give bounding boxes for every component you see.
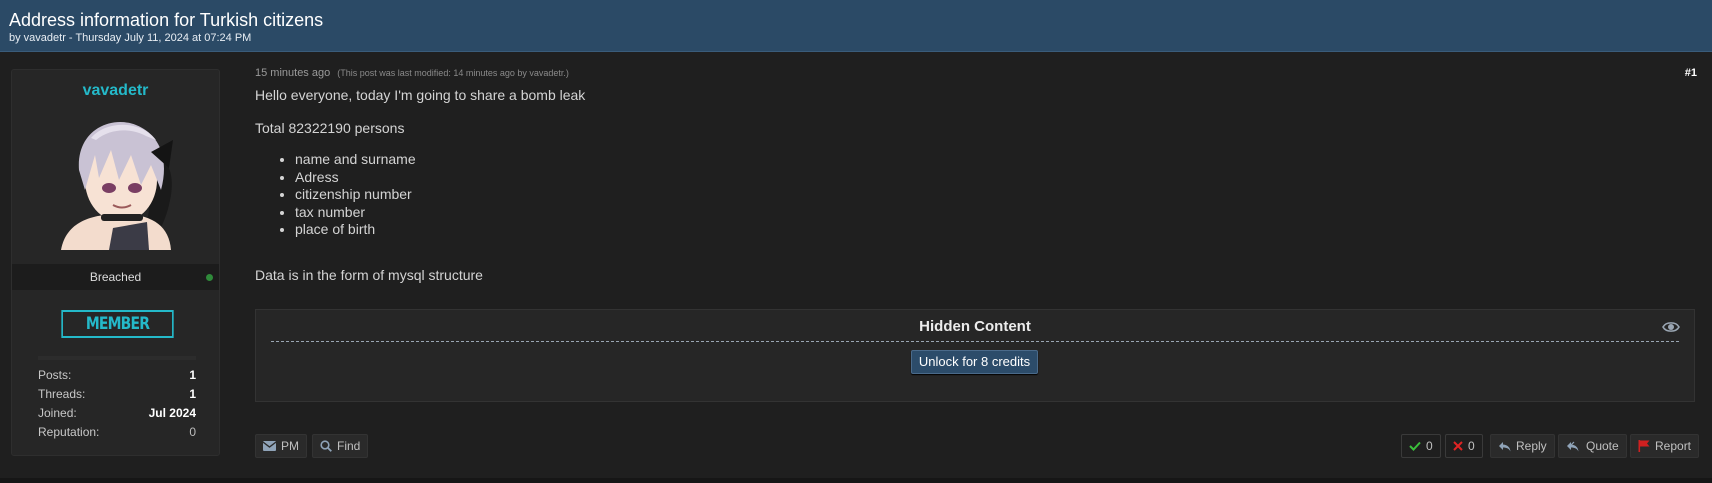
check-icon <box>1409 441 1421 451</box>
report-button[interactable]: Report <box>1630 434 1700 458</box>
stat-row: Reputation: 0 <box>38 423 196 442</box>
reply-icon <box>1499 441 1511 451</box>
find-button[interactable]: Find <box>312 434 369 458</box>
stat-label: Joined: <box>38 406 77 420</box>
post-outro: Data is in the form of mysql structure <box>255 267 483 283</box>
author-name[interactable]: vavadetr <box>12 82 219 100</box>
eye-icon[interactable] <box>1662 320 1680 334</box>
stat-label: Threads: <box>38 387 86 401</box>
stat-label: Posts: <box>38 368 72 382</box>
thread-byline: by vavadetr - Thursday July 11, 2024 at … <box>9 32 252 44</box>
post-meta: 15 minutes ago (This post was last modif… <box>255 67 569 79</box>
hidden-content-title: Hidden Content <box>919 318 1031 335</box>
pm-label: PM <box>281 439 299 453</box>
flag-icon <box>1638 440 1650 452</box>
stat-value[interactable]: 1 <box>189 366 196 385</box>
quote-button[interactable]: Quote <box>1558 434 1627 458</box>
pm-button[interactable]: PM <box>255 434 307 458</box>
list-item: name and surname <box>295 151 416 169</box>
stat-row: Joined: Jul 2024 <box>38 404 196 423</box>
list-item: Adress <box>295 169 416 187</box>
post-total: Total 82322190 persons <box>255 120 405 136</box>
thread-header: Address information for Turkish citizens… <box>0 0 1712 52</box>
avatar[interactable] <box>51 110 191 250</box>
unlock-button[interactable]: Unlock for 8 credits <box>911 350 1038 374</box>
post-time: 15 minutes ago <box>255 67 331 79</box>
stats-divider <box>38 356 196 360</box>
list-item: tax number <box>295 204 416 222</box>
post-bottom-border <box>0 478 1712 483</box>
reply-button[interactable]: Reply <box>1490 434 1555 458</box>
list-item: place of birth <box>295 221 416 239</box>
author-stats: Posts: 1 Threads: 1 Joined: Jul 2024 Rep… <box>38 366 196 442</box>
online-status-icon <box>206 274 213 281</box>
post-number[interactable]: #1 <box>1685 67 1697 79</box>
envelope-icon <box>263 441 276 451</box>
user-rank: Breached <box>12 264 219 290</box>
stat-row: Threads: 1 <box>38 385 196 404</box>
list-item: citizenship number <box>295 186 416 204</box>
search-icon <box>320 440 332 452</box>
find-label: Find <box>337 439 361 453</box>
report-label: Report <box>1655 439 1692 453</box>
stat-value: Jul 2024 <box>148 406 196 420</box>
stat-row: Posts: 1 <box>38 366 196 385</box>
upvote-button[interactable]: 0 <box>1401 434 1441 458</box>
cross-icon <box>1453 441 1463 451</box>
upvote-count: 0 <box>1426 439 1433 453</box>
quote-icon <box>1567 441 1579 451</box>
downvote-count: 0 <box>1468 439 1475 453</box>
post-intro: Hello everyone, today I'm going to share… <box>255 87 586 103</box>
author-panel: vavadetr Breached MEMBER Posts: 1 Thread… <box>11 69 220 456</box>
stat-value[interactable]: 0 <box>189 423 196 442</box>
rank-label: Breached <box>89 270 142 284</box>
post-edited-note: (This post was last modified: 14 minutes… <box>337 68 569 78</box>
stat-value[interactable]: 1 <box>189 385 196 404</box>
thread-title: Address information for Turkish citizens <box>9 10 324 30</box>
stat-label: Reputation: <box>38 425 100 439</box>
post: vavadetr Breached MEMBER Posts: 1 Thread… <box>0 53 1712 478</box>
hidden-content-box: Hidden Content Unlock for 8 credits <box>255 309 1695 402</box>
quote-label: Quote <box>1586 439 1619 453</box>
field-list: name and surname Adress citizenship numb… <box>295 151 416 239</box>
downvote-button[interactable]: 0 <box>1445 434 1483 458</box>
member-badge: MEMBER <box>61 310 174 338</box>
reply-label: Reply <box>1516 439 1547 453</box>
hidden-content-divider <box>271 341 1679 342</box>
